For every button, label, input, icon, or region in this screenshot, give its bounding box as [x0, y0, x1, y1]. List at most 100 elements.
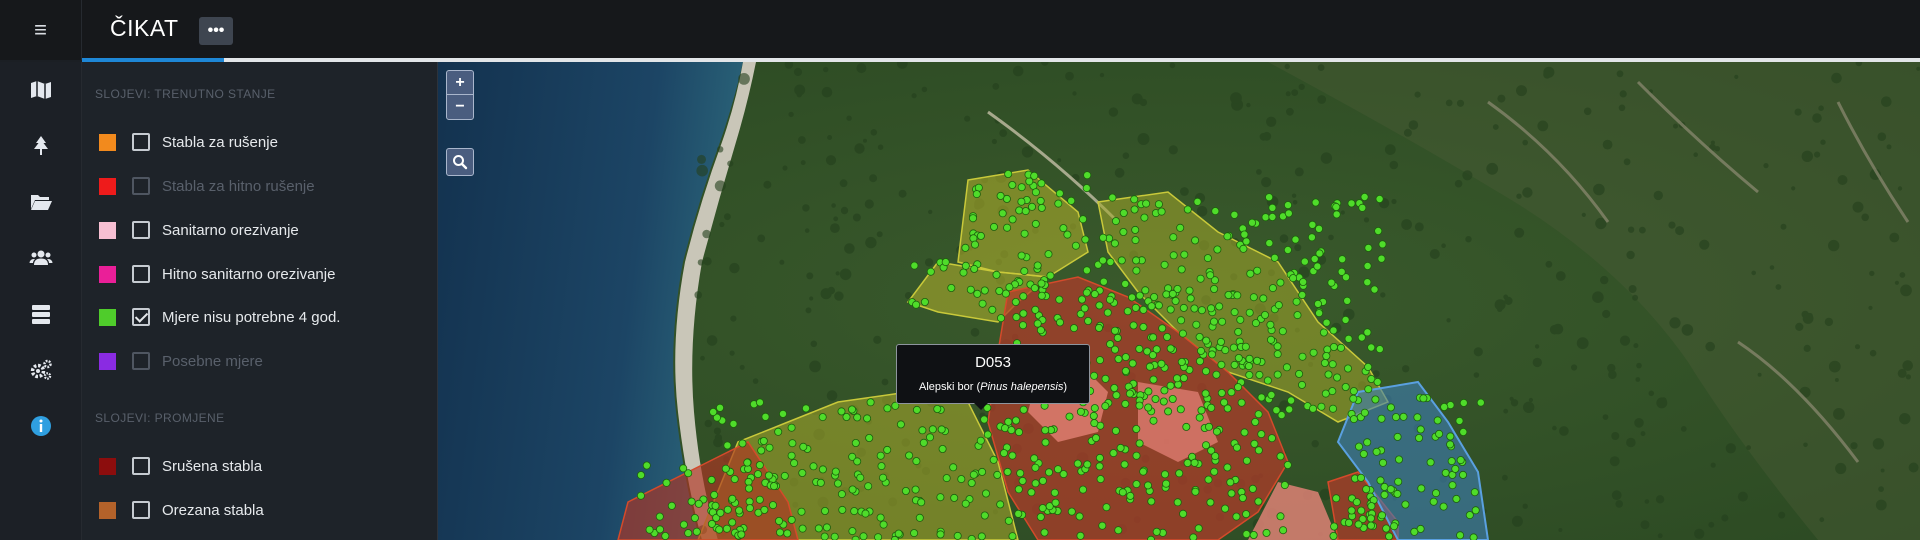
layer-checkbox[interactable] — [132, 177, 150, 195]
rail-item-files[interactable] — [0, 182, 82, 222]
tree-marker — [1292, 297, 1301, 306]
tree-marker — [1267, 434, 1276, 443]
tree-marker — [1147, 497, 1156, 506]
tree-marker — [905, 451, 914, 460]
tree-species-latin: Pinus halepensis — [980, 381, 1064, 393]
tree-marker — [1377, 414, 1386, 423]
tree-marker — [1291, 235, 1300, 244]
tree-marker — [1169, 233, 1178, 242]
more-options-button[interactable]: ••• — [199, 17, 233, 45]
tree-marker — [1145, 362, 1154, 371]
tree-marker — [1090, 404, 1099, 413]
layer-row-sanitarno-orezivanje[interactable]: Sanitarno orezivanje — [99, 218, 419, 242]
tree-marker — [957, 475, 966, 484]
tree-marker — [1338, 255, 1347, 264]
layer-row-srusena-stabla[interactable]: Srušena stabla — [99, 454, 419, 478]
tree-marker — [636, 471, 645, 480]
tree-marker — [745, 504, 754, 513]
rail-item-database[interactable] — [0, 294, 82, 334]
tree-marker — [1163, 332, 1172, 341]
tree-marker — [1183, 458, 1192, 467]
tree-marker — [1358, 203, 1367, 212]
tree-marker — [1265, 239, 1274, 248]
tree-marker — [1375, 345, 1384, 354]
tree-marker — [1379, 458, 1388, 467]
rail-item-users[interactable] — [0, 238, 82, 278]
tree-marker — [856, 473, 865, 482]
tree-marker — [959, 268, 968, 277]
tree-marker — [1337, 343, 1346, 352]
layer-checkbox[interactable] — [132, 265, 150, 283]
layer-row-stabla-za-rusenje[interactable]: Stabla za rušenje — [99, 130, 419, 154]
tree-marker — [920, 297, 929, 306]
tree-marker — [901, 486, 910, 495]
zoom-in-button[interactable]: + — [447, 71, 473, 95]
layer-checkbox[interactable] — [132, 221, 150, 239]
tree-marker — [1079, 215, 1088, 224]
rail-item-settings[interactable] — [0, 350, 82, 390]
tree-marker — [1131, 303, 1140, 312]
tree-marker — [783, 529, 792, 538]
tree-marker — [1315, 224, 1324, 233]
tree-marker — [1018, 476, 1027, 485]
layer-row-orezana-stabla[interactable]: Orezana stabla — [99, 498, 419, 522]
tree-marker — [1126, 491, 1135, 500]
layer-checkbox[interactable] — [132, 133, 150, 151]
tree-marker — [1076, 407, 1085, 416]
layer-checkbox[interactable] — [132, 352, 150, 370]
tree-marker — [1007, 426, 1016, 435]
tree-marker — [1217, 388, 1226, 397]
tree-marker — [1347, 199, 1356, 208]
tree-marker — [1004, 170, 1013, 179]
zoom-out-button[interactable]: − — [447, 95, 473, 119]
tree-marker — [912, 300, 921, 309]
tree-marker — [1349, 387, 1358, 396]
tree-marker — [1245, 308, 1254, 317]
tree-marker — [1268, 284, 1277, 293]
layer-checkbox[interactable] — [132, 308, 150, 326]
tree-marker — [967, 478, 976, 487]
tree-marker — [1401, 500, 1410, 509]
tree-marker — [896, 420, 905, 429]
tree-marker — [721, 464, 730, 473]
layer-checkbox[interactable] — [132, 457, 150, 475]
tree-marker — [1282, 363, 1291, 372]
tree-marker — [1223, 463, 1232, 472]
layer-checkbox[interactable] — [132, 501, 150, 519]
tree-marker — [1116, 443, 1125, 452]
tree-marker — [961, 243, 970, 252]
tree-marker — [1142, 199, 1151, 208]
tree-marker — [755, 495, 764, 504]
tree-marker — [1459, 427, 1468, 436]
tree-marker — [1366, 514, 1375, 523]
layer-row-hitno-sanitarno-orezivanje[interactable]: Hitno sanitarno orezivanje — [99, 262, 419, 286]
tree-marker — [1123, 307, 1132, 316]
tree-marker — [1129, 321, 1138, 330]
rail-item-info[interactable] — [0, 406, 82, 446]
layer-color-swatch — [99, 352, 116, 370]
tree-marker — [730, 475, 739, 484]
tree-marker — [1226, 478, 1235, 487]
tree-marker — [1090, 419, 1099, 428]
tree-marker — [1380, 490, 1389, 499]
layer-row-stabla-za-hitno-rusenje[interactable]: Stabla za hitno rušenje — [99, 174, 419, 198]
rail-item-map[interactable] — [0, 70, 82, 110]
layer-row-mjere-nisu-potrebne[interactable]: Mjere nisu potrebne 4 god. — [99, 305, 419, 329]
layer-label: Mjere nisu potrebne 4 god. — [162, 308, 341, 326]
tree-marker — [1059, 470, 1068, 479]
tree-marker — [690, 513, 699, 522]
map-search-button[interactable] — [446, 148, 474, 176]
hamburger-menu-button[interactable]: ≡ — [0, 0, 82, 60]
tree-marker — [1028, 202, 1037, 211]
rail-item-trees[interactable] — [0, 126, 82, 166]
tree-marker — [1036, 196, 1045, 205]
layer-color-swatch — [99, 133, 116, 151]
map-view[interactable]: + − D053 Alepski bor (Pinus halepensis) — [438, 62, 1920, 540]
tree-marker — [859, 532, 868, 540]
tree-marker — [1067, 507, 1076, 516]
layer-row-posebne-mjere[interactable]: Posebne mjere — [99, 349, 419, 373]
tree-marker — [661, 531, 670, 540]
tree-marker — [1139, 467, 1148, 476]
tree-marker — [1197, 406, 1206, 415]
tree-marker — [1268, 203, 1277, 212]
